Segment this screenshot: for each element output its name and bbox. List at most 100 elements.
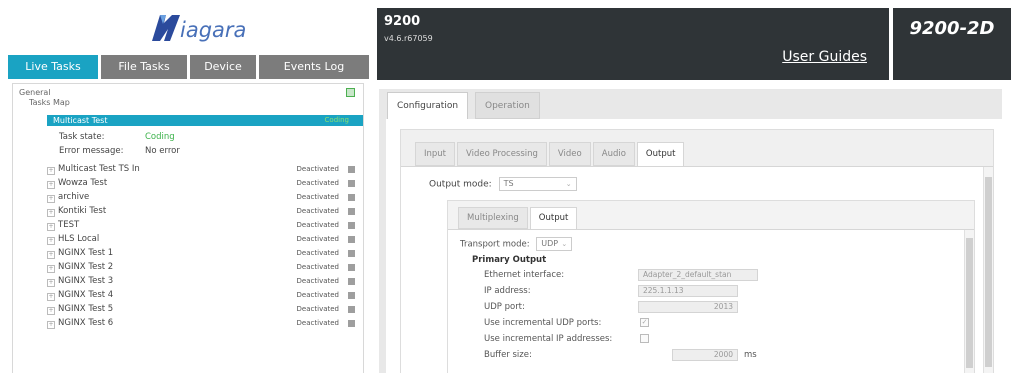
output-subtabs: Multiplexing Output xyxy=(458,207,578,229)
tab-output-sub[interactable]: Output xyxy=(529,207,578,229)
ethernet-select[interactable]: Adapter_2_default_stan xyxy=(638,269,758,281)
tab-device[interactable]: Device xyxy=(190,55,256,79)
tab-input[interactable]: Input xyxy=(415,142,456,166)
task-label: TEST xyxy=(58,220,80,230)
stop-icon[interactable] xyxy=(348,320,355,327)
task-status: Deactivated xyxy=(296,179,339,187)
tab-file-tasks[interactable]: File Tasks xyxy=(101,55,187,79)
stop-icon[interactable] xyxy=(348,306,355,313)
form-scrollbar-thumb[interactable] xyxy=(966,238,973,368)
tab-operation[interactable]: Operation xyxy=(475,92,540,119)
config-panel: Configuration Operation Input Video Proc… xyxy=(379,89,1002,373)
form-scrollbar[interactable] xyxy=(964,230,974,373)
task-status: Deactivated xyxy=(296,291,339,299)
device-model: 9200-2D xyxy=(893,8,1011,80)
tab-video[interactable]: Video xyxy=(548,142,591,166)
tree-root-label[interactable]: General xyxy=(19,88,357,97)
task-row[interactable]: + NGINX Test 2 Deactivated xyxy=(47,262,363,273)
stop-icon[interactable] xyxy=(348,278,355,285)
task-label: NGINX Test 2 xyxy=(58,262,114,272)
selected-task-row[interactable]: Multicast Test Coding xyxy=(47,115,363,126)
ip-field[interactable]: 225.1.1.13 xyxy=(638,285,738,297)
expand-icon[interactable]: + xyxy=(47,307,55,315)
task-row[interactable]: + NGINX Test 1 Deactivated xyxy=(47,248,363,259)
stop-icon[interactable] xyxy=(348,180,355,187)
tab-output[interactable]: Output xyxy=(636,142,685,166)
task-row[interactable]: + TEST Deactivated xyxy=(47,220,363,231)
expand-icon[interactable]: + xyxy=(47,237,55,245)
primary-output-heading: Primary Output xyxy=(472,255,547,265)
udp-port-field[interactable]: 2013 xyxy=(638,301,738,313)
incremental-ip-checkbox[interactable] xyxy=(640,334,649,343)
task-label: Multicast Test TS In xyxy=(58,164,140,174)
expand-icon[interactable]: + xyxy=(47,279,55,287)
user-guides-link[interactable]: User Guides xyxy=(782,49,867,65)
stop-icon[interactable] xyxy=(348,292,355,299)
settings-scrollbar-thumb[interactable] xyxy=(985,177,992,367)
task-status: Deactivated xyxy=(296,221,339,229)
primary-output-form: Transport mode: UDP ⌄ Primary Output Eth… xyxy=(448,229,974,373)
task-status: Deactivated xyxy=(296,319,339,327)
expand-icon[interactable]: + xyxy=(47,293,55,301)
expand-icon[interactable]: + xyxy=(47,223,55,231)
buffer-size-field[interactable]: 2000 xyxy=(672,349,738,361)
stop-icon[interactable] xyxy=(348,250,355,257)
selected-task-label: Multicast Test xyxy=(53,116,108,125)
error-row: Error message: No error xyxy=(59,146,180,156)
task-state-row: Task state: Coding xyxy=(59,132,175,142)
task-row[interactable]: + HLS Local Deactivated xyxy=(47,234,363,245)
expand-icon[interactable]: + xyxy=(47,209,55,217)
refresh-icon[interactable] xyxy=(346,88,355,97)
expand-icon[interactable]: + xyxy=(47,181,55,189)
settings-scrollbar[interactable] xyxy=(983,167,993,373)
tab-configuration[interactable]: Configuration xyxy=(387,92,469,119)
task-label: NGINX Test 5 xyxy=(58,304,114,314)
transport-mode-row: Transport mode: UDP ⌄ xyxy=(460,237,573,251)
task-status: Deactivated xyxy=(296,235,339,243)
output-mode-select[interactable]: TS ⌄ xyxy=(498,177,577,191)
output-settings: Output mode: TS ⌄ Multiplexing Output Tr… xyxy=(401,166,993,373)
incremental-udp-checkbox[interactable]: ✓ xyxy=(640,318,649,327)
main-nav-tabs: Live Tasks File Tasks Device Events Log xyxy=(8,55,369,79)
stop-icon[interactable] xyxy=(348,264,355,271)
expand-icon[interactable]: + xyxy=(47,167,55,175)
tab-audio[interactable]: Audio xyxy=(592,142,635,166)
task-row[interactable]: + Wowza Test Deactivated xyxy=(47,178,363,189)
device-version: v4.6.r67059 xyxy=(384,34,433,43)
selected-task-status: Coding xyxy=(324,116,349,124)
expand-icon[interactable]: + xyxy=(47,265,55,273)
transport-mode-select[interactable]: UDP ⌄ xyxy=(536,237,573,251)
stop-icon[interactable] xyxy=(348,236,355,243)
stop-icon[interactable] xyxy=(348,166,355,173)
expand-icon[interactable]: + xyxy=(47,195,55,203)
incremental-ip-label: Use incremental IP addresses: xyxy=(484,334,613,344)
task-label: Kontiki Test xyxy=(58,206,107,216)
task-row[interactable]: + Kontiki Test Deactivated xyxy=(47,206,363,217)
ethernet-label: Ethernet interface: xyxy=(484,270,565,280)
task-row[interactable]: + NGINX Test 5 Deactivated xyxy=(47,304,363,315)
task-row[interactable]: + NGINX Test 3 Deactivated xyxy=(47,276,363,287)
task-tree: General Tasks Map Multicast Test Coding … xyxy=(12,83,364,373)
output-mode-value: TS xyxy=(503,179,514,188)
task-row[interactable]: + archive Deactivated xyxy=(47,192,363,203)
incremental-udp-label: Use incremental UDP ports: xyxy=(484,318,602,328)
stop-icon[interactable] xyxy=(348,222,355,229)
task-row[interactable]: + NGINX Test 6 Deactivated xyxy=(47,318,363,329)
stop-icon[interactable] xyxy=(348,194,355,201)
task-state-value: Coding xyxy=(145,132,175,142)
tab-multiplexing[interactable]: Multiplexing xyxy=(458,207,528,229)
task-label: HLS Local xyxy=(58,234,100,244)
config-body: Input Video Processing Video Audio Outpu… xyxy=(386,119,1002,373)
task-row[interactable]: + NGINX Test 4 Deactivated xyxy=(47,290,363,301)
tab-events-log[interactable]: Events Log xyxy=(259,55,369,79)
task-row[interactable]: + Multicast Test TS In Deactivated xyxy=(47,164,363,175)
output-mode-row: Output mode: TS ⌄ xyxy=(429,177,577,191)
task-status: Deactivated xyxy=(296,249,339,257)
tab-video-processing[interactable]: Video Processing xyxy=(457,142,547,166)
expand-icon[interactable]: + xyxy=(47,321,55,329)
expand-icon[interactable]: + xyxy=(47,251,55,259)
stop-icon[interactable] xyxy=(348,208,355,215)
tree-map-label[interactable]: Tasks Map xyxy=(19,98,357,107)
transport-mode-value: UDP xyxy=(541,239,559,248)
tab-live-tasks[interactable]: Live Tasks xyxy=(8,55,98,79)
